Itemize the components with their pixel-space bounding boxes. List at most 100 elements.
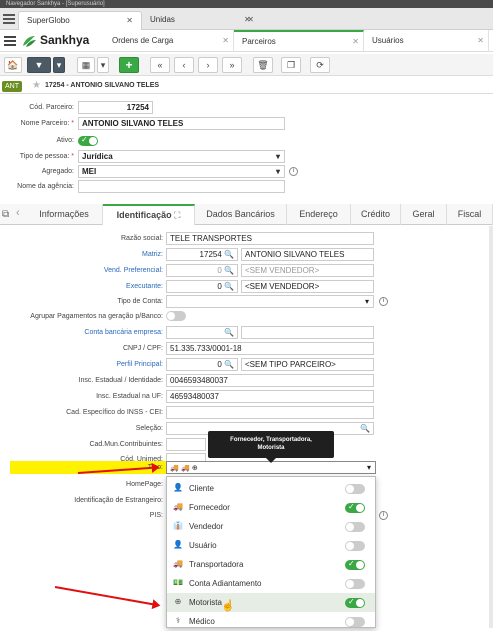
tipo-conta-label: Tipo de Conta: [117, 298, 163, 305]
first-record-icon[interactable]: « [150, 57, 170, 73]
tipo-pessoa-label: Tipo de pessoa: * [19, 153, 74, 160]
browser-tab-superglobo[interactable]: SuperGlobo ✕ [18, 11, 142, 30]
browser-tab-label: SuperGlobo [27, 16, 70, 25]
home-icon[interactable]: 🏠 [4, 57, 22, 73]
tab-fiscal[interactable]: Fiscal [447, 204, 493, 225]
tipo-option-usuario[interactable]: 👤 Usuário [167, 536, 375, 555]
vend-preferencial-label[interactable]: Vend. Preferencial: [104, 267, 163, 274]
previous-record-icon[interactable]: ‹ [174, 57, 194, 73]
grid-icon[interactable]: ▦ [77, 57, 95, 73]
browser-tab-strip: SuperGlobo ✕ Unidas ✕ ✕ [0, 8, 493, 30]
conta-adiantamento-toggle[interactable] [345, 579, 365, 589]
selecao-label: Seleção: [135, 425, 163, 432]
filter-icon[interactable]: ▼ [27, 57, 51, 73]
tab-informacoes[interactable]: Informações [26, 204, 103, 225]
refresh-icon[interactable]: ⟳ [310, 57, 330, 73]
next-record-icon[interactable]: › [198, 57, 218, 73]
tabs-scroll-icon[interactable]: ⧉ [2, 209, 9, 220]
money-icon: 💵 [173, 578, 183, 587]
cad-mun-field[interactable] [166, 438, 206, 451]
conta-bancaria-label[interactable]: Conta bancária empresa: [84, 329, 163, 336]
truck-icon: 🚚 [173, 559, 183, 568]
tab-geral[interactable]: Geral [401, 204, 447, 225]
insc-estadual-field[interactable]: 0046593480037 [166, 374, 374, 387]
usuario-toggle[interactable] [345, 541, 365, 551]
insc-estadual-uf-field[interactable]: 46593480037 [166, 390, 374, 403]
tipo-tooltip: Fornecedor, Transportadora, Motorista [208, 431, 334, 463]
executante-name-field: <SEM VENDEDOR> [241, 280, 374, 293]
truck-icon: 🚚 [180, 465, 190, 472]
browser-menu-icon[interactable] [3, 12, 15, 24]
tab-identificacao[interactable]: Identificação ⛶ [103, 204, 195, 225]
chevron-down-icon: ▾ [366, 463, 371, 472]
tipo-dropdown: 👤 Cliente 🚚 Fornecedor ✓ 👔 Vendedor 👤 Us… [166, 476, 376, 628]
tipo-conta-select[interactable]: ▾ [166, 295, 374, 308]
scrollbar[interactable] [489, 226, 493, 628]
transportadora-toggle[interactable]: ✓ [345, 559, 365, 570]
tipo-option-motorista[interactable]: ⊕ Motorista ☝ ✓ [167, 593, 375, 612]
insc-estadual-label: Insc. Estadual / Identidade: [78, 377, 163, 384]
tipo-option-medico[interactable]: ⚕ Médico [167, 612, 375, 631]
hamburger-menu-icon[interactable] [4, 36, 16, 48]
app-tab-label: Parceiros [242, 37, 276, 46]
info-icon[interactable]: i [379, 297, 388, 306]
perfil-principal-code-field[interactable]: 0 🔍 [166, 358, 238, 371]
tab-credito[interactable]: Crédito [351, 204, 401, 225]
app-tab-parceiros[interactable]: Parceiros ✕ [234, 30, 364, 52]
fornecedor-toggle[interactable]: ✓ [345, 502, 365, 513]
razao-social-field[interactable]: TELE TRANSPORTES [166, 232, 374, 245]
add-icon[interactable]: + [119, 57, 139, 73]
matriz-label[interactable]: Matriz: [142, 251, 163, 258]
record-header: ANT ★ 17254 - ANTONIO SILVANO TELES [0, 78, 493, 94]
cad-mun-label: Cad.Mun.Contribuintes: [89, 441, 163, 448]
steering-wheel-icon: ⊕ [174, 597, 182, 606]
matriz-code-field[interactable]: 17254 🔍 [166, 248, 238, 261]
motorista-toggle[interactable]: ✓ [345, 597, 365, 608]
tipo-pessoa-select[interactable]: Jurídica [78, 150, 285, 163]
executante-code-field[interactable]: 0 🔍 [166, 280, 238, 293]
tipo-option-fornecedor[interactable]: 🚚 Fornecedor ✓ [167, 498, 375, 517]
tabs-left-arrow-icon[interactable]: ‹ [16, 207, 20, 219]
executante-label[interactable]: Executante: [126, 283, 163, 290]
nome-parceiro-field[interactable]: ANTONIO SILVANO TELES [78, 117, 285, 130]
app-tab-usuarios[interactable]: Usuários ✕ [364, 30, 489, 52]
tipo-option-conta-adiantamento[interactable]: 💵 Conta Adiantamento [167, 574, 375, 593]
perfil-principal-label[interactable]: Perfil Principal: [116, 361, 163, 368]
info-icon[interactable]: i [289, 167, 298, 176]
trash-icon[interactable]: 🗑 [253, 57, 273, 73]
copy-icon[interactable]: ❐ [281, 57, 301, 73]
new-tab-close-icon[interactable]: ✕ [236, 11, 266, 30]
favorite-star-icon[interactable]: ★ [32, 80, 41, 91]
tab-dados-bancarios[interactable]: Dados Bancários [195, 204, 287, 225]
app-tab-ordens-de-carga[interactable]: Ordens de Carga ✕ [104, 30, 234, 52]
close-icon[interactable]: ✕ [222, 30, 229, 52]
info-icon[interactable]: i [379, 511, 388, 520]
ativo-toggle[interactable]: ✓ [78, 135, 98, 146]
cnpj-field[interactable]: 51.335.733/0001-18 [166, 342, 374, 355]
tab-endereco[interactable]: Endereço [287, 204, 351, 225]
agregado-select[interactable]: MEI [78, 165, 285, 178]
cnpj-label: CNPJ / CPF: [122, 345, 163, 352]
tipo-option-vendedor[interactable]: 👔 Vendedor [167, 517, 375, 536]
cliente-toggle[interactable] [345, 484, 365, 494]
tipo-option-transportadora[interactable]: 🚚 Transportadora ✓ [167, 555, 375, 574]
search-icon: 🔍 [224, 360, 234, 369]
grid-dropdown-icon[interactable]: ▾ [97, 57, 109, 73]
vendedor-toggle[interactable] [345, 522, 365, 532]
app-tab-label: Usuários [372, 36, 404, 45]
hand-cursor-icon: ☝ [221, 600, 235, 612]
close-icon[interactable]: ✕ [352, 32, 359, 51]
filter-dropdown-icon[interactable]: ▾ [53, 57, 65, 73]
close-icon[interactable]: ✕ [477, 30, 484, 52]
cod-parceiro-field[interactable]: 17254 [78, 101, 153, 114]
cad-inss-field[interactable] [166, 406, 374, 419]
agrupar-pagamentos-toggle[interactable] [166, 311, 186, 321]
close-icon[interactable]: ✕ [126, 16, 133, 25]
vend-preferencial-code-field[interactable]: 0 🔍 [166, 264, 238, 277]
conta-bancaria-field[interactable]: 🔍 [166, 326, 238, 339]
medico-toggle[interactable] [345, 617, 365, 627]
nome-agencia-label: Nome da agência: [17, 183, 74, 190]
last-record-icon[interactable]: » [222, 57, 242, 73]
tipo-option-cliente[interactable]: 👤 Cliente [167, 479, 375, 498]
nome-agencia-field[interactable] [78, 180, 285, 193]
